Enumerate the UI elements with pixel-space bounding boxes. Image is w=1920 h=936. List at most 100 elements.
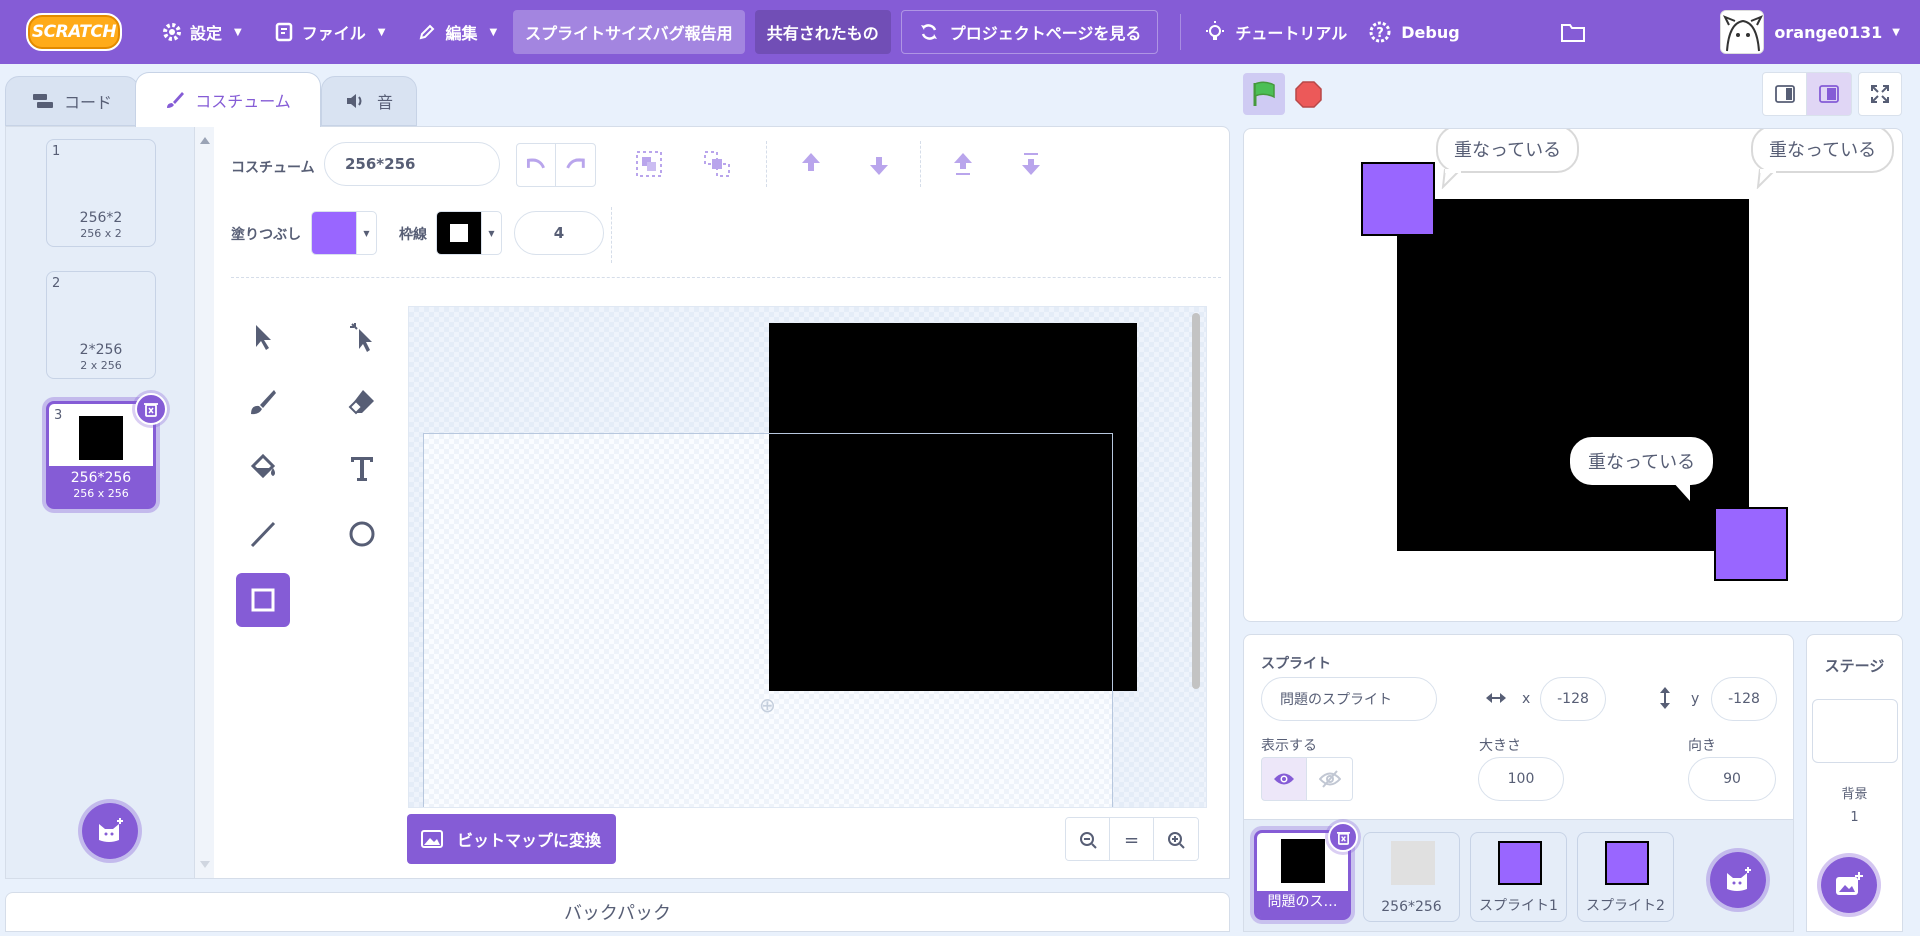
reshape-tool[interactable]	[335, 310, 389, 364]
backdrop-count: 1	[1850, 810, 1859, 825]
brush-icon	[167, 92, 185, 108]
debug-label: Debug	[1401, 22, 1460, 42]
edit-menu[interactable]: 編集 ▼	[401, 0, 513, 64]
see-project-page-button[interactable]: プロジェクトページを見る	[900, 10, 1159, 54]
sprite-tile[interactable]: 256*256	[1363, 832, 1460, 922]
y-position-input[interactable]: -128	[1711, 677, 1777, 721]
delete-costume-button[interactable]	[135, 393, 167, 425]
fill-tool[interactable]	[236, 441, 290, 495]
tutorials-button[interactable]: チュートリアル	[1193, 0, 1357, 64]
file-menu[interactable]: ファイル ▼	[258, 0, 402, 64]
zoom-reset-button[interactable]: =	[1110, 818, 1154, 860]
ungroup-icon[interactable]	[702, 149, 732, 179]
sprite-thumbnail	[1498, 841, 1542, 885]
back-icon[interactable]	[1016, 149, 1046, 179]
project-title-input[interactable]: スプライトサイズバグ報告用	[513, 10, 745, 54]
sprite-name-input[interactable]: 問題のスプライト	[1261, 677, 1437, 721]
fill-swatch	[312, 212, 356, 254]
outline-swatch	[437, 212, 481, 254]
toolbar-divider	[920, 141, 921, 187]
brush-tool[interactable]	[236, 375, 290, 429]
refresh-icon	[920, 24, 937, 40]
tab-code-label: コード	[63, 93, 112, 112]
pencil-icon	[420, 24, 435, 40]
direction-input[interactable]: 90	[1688, 757, 1776, 801]
costume-size: 256 x 256	[73, 487, 129, 500]
circle-tool[interactable]	[335, 507, 389, 561]
tab-costumes-label: コスチューム	[195, 92, 291, 111]
select-tool[interactable]	[236, 310, 290, 364]
settings-label: 設定	[190, 24, 223, 43]
sprite-purple-square[interactable]	[1361, 162, 1435, 236]
costume-tile[interactable]: 2 2*256 2 x 256	[46, 271, 156, 379]
speech-bubble: 重なっている	[1751, 129, 1895, 173]
choose-costume-button[interactable]	[78, 799, 142, 863]
speech-bubble-tail	[1441, 169, 1462, 189]
forward-icon[interactable]	[796, 149, 826, 179]
tab-code[interactable]: コード	[5, 76, 139, 126]
sprite-tile[interactable]: スプライト2	[1577, 832, 1674, 922]
line-icon	[250, 521, 276, 548]
chevron-down-icon: ▼	[234, 26, 242, 38]
costume-tile[interactable]: 1 256*2 256 x 2	[46, 139, 156, 247]
debug-button[interactable]: ? Debug	[1357, 0, 1469, 64]
sprite-tile[interactable]: スプライト1	[1470, 832, 1567, 922]
zoom-out-button[interactable]	[1066, 818, 1110, 860]
account-menu[interactable]: orange0131 ▼	[1720, 10, 1900, 54]
sprite-purple-square[interactable]	[1714, 507, 1788, 581]
circle-icon	[349, 521, 375, 547]
sprite-name: 問題のス…	[1267, 894, 1338, 910]
costume-list-scrollbar[interactable]	[194, 127, 214, 878]
undo-icon[interactable]	[517, 144, 557, 186]
fill-color-picker[interactable]: ▼	[311, 211, 377, 255]
choose-backdrop-button[interactable]	[1817, 853, 1881, 917]
choose-sprite-button[interactable]	[1706, 848, 1770, 912]
outline-color-picker[interactable]: ▼	[436, 211, 502, 255]
x-position-input[interactable]: -128	[1540, 677, 1606, 721]
stage[interactable]: 重なっている 重なっている 重なっている	[1243, 128, 1903, 622]
sprite-black-square[interactable]	[1397, 199, 1749, 551]
costume-name-input[interactable]: 256*256	[324, 142, 500, 186]
text-tool[interactable]	[335, 441, 389, 495]
tab-costumes[interactable]: コスチューム	[135, 72, 321, 127]
outline-width-input[interactable]: 4	[514, 211, 604, 255]
front-icon[interactable]	[948, 149, 978, 179]
stop-button[interactable]	[1295, 81, 1322, 108]
size-input[interactable]: 100	[1478, 757, 1564, 801]
settings-menu[interactable]: 設定 ▼	[146, 0, 258, 64]
rectangle-tool[interactable]	[236, 573, 290, 627]
fullscreen-button[interactable]	[1858, 72, 1902, 116]
large-stage-button[interactable]	[1807, 73, 1851, 115]
small-stage-button[interactable]	[1763, 73, 1807, 115]
speaker-icon	[346, 94, 362, 108]
redo-icon[interactable]	[556, 144, 595, 186]
chevron-down-icon: ▼	[377, 26, 386, 38]
group-icon[interactable]	[634, 149, 664, 179]
code-blocks-icon	[32, 94, 53, 108]
stage-target-panel[interactable]: ステージ 背景 1	[1806, 634, 1903, 932]
hide-button[interactable]	[1307, 758, 1352, 800]
line-tool[interactable]	[236, 507, 290, 561]
show-button[interactable]	[1262, 758, 1308, 800]
zoom-in-button[interactable]	[1154, 818, 1198, 860]
menu-bar: SCRATCH 設定 ▼ ファイル ▼ 編集 ▼ スプライトサイズバグ報告用 共…	[0, 0, 1920, 64]
green-flag-button[interactable]	[1243, 73, 1285, 115]
sprite-name: スプライト1	[1479, 898, 1558, 914]
backward-icon[interactable]	[864, 149, 894, 179]
lightbulb-icon	[1206, 21, 1225, 40]
edit-label: 編集	[445, 24, 478, 43]
paint-canvas[interactable]: ⊕	[408, 306, 1207, 808]
eraser-tool[interactable]	[335, 375, 389, 429]
convert-to-bitmap-button[interactable]: ビットマップに変換	[407, 814, 616, 864]
backpack-header[interactable]: バックパック	[5, 892, 1230, 932]
canvas-vertical-scrollbar[interactable]	[1192, 313, 1200, 689]
costume-rectangle[interactable]	[769, 323, 1137, 691]
chevron-down-icon: ▼	[1892, 26, 1900, 38]
direction-label: 向き	[1688, 738, 1716, 754]
tab-sounds[interactable]: 音	[321, 76, 417, 126]
shared-button[interactable]: 共有されたもの	[754, 10, 891, 54]
scratch-logo[interactable]: SCRATCH	[26, 13, 122, 51]
delete-sprite-button[interactable]	[1328, 822, 1358, 852]
green-flag-icon	[1253, 81, 1275, 106]
my-stuff-button[interactable]	[1544, 0, 1602, 64]
